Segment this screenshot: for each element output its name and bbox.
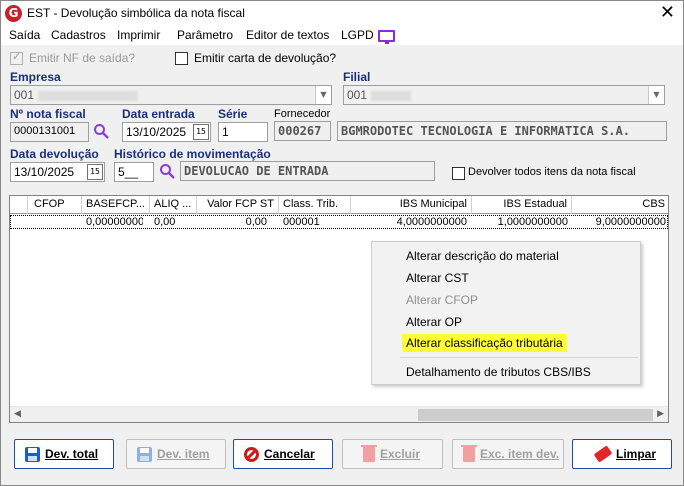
fornecedor-name: BGMRODOTEC TECNOLOGIA E INFORMATICA S.A. xyxy=(337,121,667,141)
emitir-nf-checkbox xyxy=(10,50,23,65)
data-entrada-input[interactable]: 13/10/2025 15 xyxy=(122,122,211,142)
historico-label: Histórico de movimentação xyxy=(114,147,271,161)
excluir-label: Excluir xyxy=(380,447,421,461)
table-row[interactable]: 0,00000000 0,00 0,00 000001 4,0000000000… xyxy=(10,215,668,229)
dev-item-label: Dev. item xyxy=(157,447,210,461)
main-window: G EST - Devolução simbólica da nota fisc… xyxy=(0,0,684,486)
cancelar-button[interactable]: Cancelar xyxy=(233,439,333,469)
scroll-thumb[interactable] xyxy=(418,409,653,421)
emitir-nf-label: Emitir NF de saída? xyxy=(29,51,136,65)
grid-col-ibs-municipal[interactable]: IBS Municipal xyxy=(351,196,472,214)
data-devolucao-value: 13/10/2025 xyxy=(14,165,75,179)
window-title: EST - Devolução simbólica da nota fiscal xyxy=(27,6,245,20)
ctx-alterar-cst[interactable]: Alterar CST xyxy=(406,271,469,285)
search-icon[interactable] xyxy=(93,123,109,139)
dev-total-label: Dev. total xyxy=(45,447,99,461)
serie-label: Série xyxy=(218,107,248,121)
exc-item-dev-button[interactable]: Exc. item dev. xyxy=(452,439,564,469)
grid-col-cbs[interactable]: CBS xyxy=(572,196,668,214)
monitor-icon[interactable] xyxy=(378,30,395,44)
close-icon[interactable]: ✕ xyxy=(660,2,675,23)
scroll-right-icon[interactable]: ▶ xyxy=(657,409,664,419)
cell-ibs-municipal: 4,0000000000 xyxy=(396,216,467,228)
emitir-carta-checkbox[interactable] xyxy=(175,52,188,65)
cell-aliq: 0,00 xyxy=(154,216,176,228)
serie-input[interactable]: 1 xyxy=(218,122,268,142)
devolver-todos-checkbox[interactable] xyxy=(452,167,465,180)
save-icon xyxy=(137,446,152,462)
calendar-icon[interactable]: 15 xyxy=(193,124,209,140)
trash-icon xyxy=(361,444,377,462)
data-entrada-label: Data entrada xyxy=(122,107,195,121)
menu-imprimir[interactable]: Imprimir xyxy=(117,28,160,42)
nota-fiscal-input[interactable]: 0000131001 xyxy=(10,122,89,142)
fornecedor-code: 000267 xyxy=(274,121,331,141)
menu-saida[interactable]: Saída xyxy=(9,28,40,42)
cell-basefcp: 0,00000000 xyxy=(86,216,143,228)
cell-valor-fcp-st: 0,00 xyxy=(245,216,267,228)
menu-bar: Saída Cadastros Imprimir Parâmetro Edito… xyxy=(1,25,683,45)
filial-select[interactable]: 001 ▼ xyxy=(343,85,665,105)
grid-col-aliq[interactable]: ALIQ ... xyxy=(150,196,197,214)
cell-cbs: 9,0000000000 xyxy=(595,216,666,228)
grid-col-basefcp[interactable]: BASEFCP... xyxy=(82,196,150,214)
filial-value: 001 xyxy=(347,88,368,102)
fornecedor-label: Fornecedor xyxy=(274,108,331,120)
grid-col-ibs-estadual[interactable]: IBS Estadual xyxy=(472,196,572,214)
search-icon[interactable] xyxy=(159,163,175,179)
cell-class-trib: 000001 xyxy=(283,216,320,228)
data-entrada-value: 13/10/2025 xyxy=(126,125,187,139)
limpar-label: Limpar xyxy=(616,447,657,461)
ctx-detalhamento-tributos[interactable]: Detalhamento de tributos CBS/IBS xyxy=(406,365,591,379)
cell-cfop xyxy=(29,216,83,228)
excluir-button[interactable]: Excluir xyxy=(342,439,443,469)
cell-ibs-estadual: 1,0000000000 xyxy=(497,216,568,228)
historico-code-input[interactable]: 5__ xyxy=(114,162,154,182)
menu-cadastros[interactable]: Cadastros xyxy=(51,28,106,42)
grid-header: CFOP BASEFCP... ALIQ ... Valor FCP ST Cl… xyxy=(10,196,668,214)
nota-fiscal-label: Nº nota fiscal xyxy=(10,107,86,121)
dev-item-button[interactable]: Dev. item xyxy=(126,439,226,469)
ctx-alterar-classificacao-tributaria[interactable]: Alterar classificação tributária xyxy=(402,334,567,352)
chevron-down-icon[interactable]: ▼ xyxy=(315,86,331,104)
save-icon xyxy=(25,446,40,462)
grid-col-valor-fcp-st[interactable]: Valor FCP ST xyxy=(197,196,279,214)
cancel-icon xyxy=(244,446,259,462)
title-bar: G EST - Devolução simbólica da nota fisc… xyxy=(1,1,683,25)
cancelar-label: Cancelar xyxy=(264,447,315,461)
chevron-down-icon[interactable]: ▼ xyxy=(648,86,664,104)
empresa-label: Empresa xyxy=(10,70,61,84)
ctx-alterar-cfop: Alterar CFOP xyxy=(406,293,479,307)
menu-parametro[interactable]: Parâmetro xyxy=(177,28,233,42)
exc-item-dev-label: Exc. item dev. xyxy=(480,447,560,461)
trash-icon xyxy=(461,444,477,462)
grid-col-class-trib[interactable]: Class. Trib. xyxy=(279,196,351,214)
dev-total-button[interactable]: Dev. total xyxy=(14,439,114,469)
empresa-value: 001 xyxy=(14,88,35,102)
grid-col-cfop[interactable]: CFOP xyxy=(28,196,82,214)
ctx-alterar-descricao[interactable]: Alterar descrição do material xyxy=(406,249,559,263)
limpar-button[interactable]: Limpar xyxy=(572,439,672,469)
calendar-icon[interactable]: 15 xyxy=(87,164,103,180)
menu-editor-de-textos[interactable]: Editor de textos xyxy=(246,28,329,42)
ctx-separator xyxy=(400,357,638,358)
context-menu: Alterar descrição do material Alterar CS… xyxy=(371,241,641,385)
filial-label: Filial xyxy=(343,70,371,84)
data-devolucao-label: Data devolução xyxy=(10,147,99,161)
ctx-alterar-op[interactable]: Alterar OP xyxy=(406,315,462,329)
emitir-carta-label: Emitir carta de devolução? xyxy=(194,51,337,65)
historico-description: DEVOLUCAO DE ENTRADA xyxy=(180,161,435,181)
data-devolucao-input[interactable]: 13/10/2025 15 xyxy=(10,162,105,182)
app-logo-icon: G xyxy=(5,5,22,22)
grid-header-indicator xyxy=(10,196,28,214)
eraser-icon xyxy=(593,445,613,463)
menu-lgpd[interactable]: LGPD xyxy=(341,28,374,42)
devolver-todos-label: Devolver todos itens da nota fiscal xyxy=(468,166,636,178)
empresa-select[interactable]: 001 ▼ xyxy=(10,85,332,105)
horizontal-scrollbar[interactable]: ◀ ▶ xyxy=(10,406,668,422)
scroll-left-icon[interactable]: ◀ xyxy=(14,409,21,419)
